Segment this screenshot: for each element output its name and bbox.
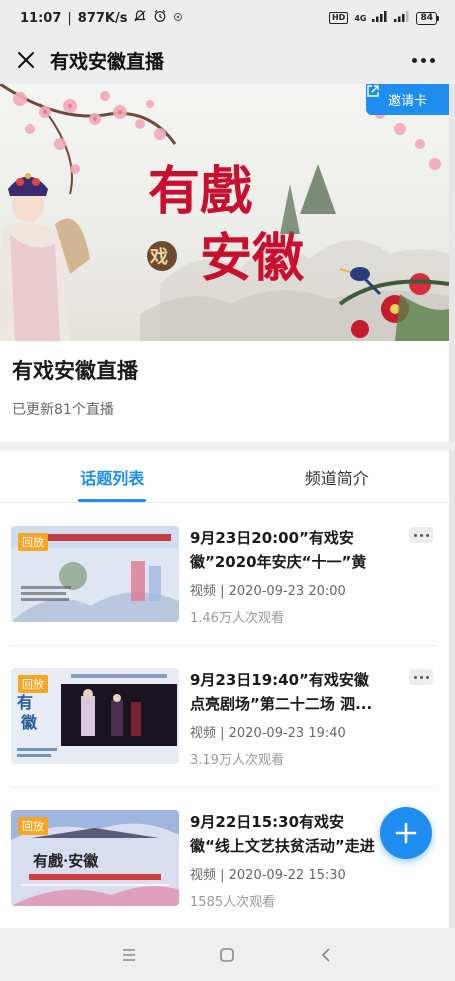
alarm-icon (153, 9, 167, 27)
channel-update-count: 已更新81个直播 (12, 402, 114, 418)
home-icon (220, 947, 235, 962)
more-icon (413, 675, 417, 679)
system-nav-bar (0, 928, 455, 981)
replay-badge: 回放 (18, 533, 48, 551)
logo-line2: 安徽 (200, 228, 305, 289)
right-edge-strip (449, 84, 455, 939)
more-icon-dot (419, 675, 423, 679)
network-speed: 877K/s (77, 10, 128, 26)
logo-seal-text: 戏 (149, 247, 168, 268)
invite-card-label: 邀请卡 (387, 94, 427, 109)
svg-text:有: 有 (17, 693, 33, 712)
menu-icon (123, 948, 136, 961)
item-views: 1.46万人次观看 (190, 611, 284, 626)
signal-icon-2 (394, 10, 410, 26)
app-bar: 有戏安徽直播 (0, 36, 455, 84)
status-time: 11:07 (20, 10, 62, 26)
close-button[interactable] (12, 46, 40, 74)
mute-bell-icon (133, 9, 147, 27)
invite-card-button[interactable]: 邀请卡 (366, 84, 449, 115)
channel-banner: 有戲 戏 安徽 邀请卡 (0, 84, 449, 341)
item-meta: 视频 | 2020-09-23 20:00 (190, 584, 346, 599)
item-title: 9月22日15:30有戏安徽“线上文艺扶贫活动”走进泗县 (190, 813, 375, 855)
nav-back-button[interactable] (306, 937, 346, 973)
more-icon-dot (429, 57, 435, 63)
item-meta: 视频 | 2020-09-22 15:30 (190, 868, 346, 883)
create-fab-button[interactable] (380, 807, 432, 859)
nav-home-button[interactable] (207, 937, 247, 973)
section-divider (0, 442, 455, 451)
battery-level: 84 (416, 11, 437, 25)
item-views: 1585人次观看 (190, 895, 276, 910)
status-left: 11:07 | 877K/s (20, 9, 183, 27)
replay-badge: 回放 (18, 817, 48, 835)
close-icon (18, 52, 34, 68)
signal-icon (372, 10, 388, 26)
list-item[interactable]: 有戲·安徽 回放 9月22日15:30有戏安徽“线上文艺扶贫活动”走进泗县 视频… (11, 788, 436, 928)
status-divider: | (67, 10, 72, 26)
network-type: 4G (354, 13, 367, 23)
thumbnail: 回放 (11, 526, 179, 622)
item-meta: 视频 | 2020-09-23 19:40 (190, 726, 346, 741)
list-item[interactable]: 回放 9月23日20:00”有戏安徽”2020年安庆“十一”黄梅戏... 视频 … (11, 504, 436, 646)
app-title: 有戏安徽直播 (50, 50, 165, 73)
plus-icon (395, 822, 417, 844)
app-notification-icon (173, 11, 183, 26)
more-icon-dot (425, 533, 429, 537)
channel-info: 有戏安徽直播 已更新81个直播 (0, 341, 449, 442)
status-bar: 11:07 | 877K/s HD 4G 84 (0, 0, 455, 36)
item-more-button[interactable] (409, 669, 433, 685)
logo-line1: 有戲 (148, 161, 252, 222)
hd-badge: HD (328, 12, 349, 24)
nav-menu-button[interactable] (109, 937, 149, 973)
battery-icon: 84 (416, 11, 439, 25)
more-icon-dot (419, 533, 423, 537)
item-title: 9月23日20:00”有戏安徽”2020年安庆“十一”黄梅戏... (190, 529, 367, 571)
svg-text:有戲·安徽: 有戲·安徽 (33, 852, 99, 870)
list-item[interactable]: 有 徽 回放 9月23日19:40”有戏安徽点亮剧场”第二十二场 泗... 视频… (11, 646, 436, 788)
more-icon-dot (420, 57, 426, 63)
replay-badge: 回放 (18, 675, 48, 693)
banner-artwork: 有戲 戏 安徽 (0, 84, 449, 341)
item-views: 3.19万人次观看 (190, 753, 284, 768)
tab-bar: 话题列表 频道简介 (0, 451, 449, 503)
back-icon (321, 947, 330, 962)
thumbnail: 有 徽 回放 (11, 668, 179, 764)
item-more-button[interactable] (409, 527, 433, 543)
more-button[interactable] (403, 46, 443, 74)
share-icon (367, 85, 379, 97)
svg-text:徽: 徽 (20, 713, 38, 732)
item-title: 9月23日19:40”有戏安徽点亮剧场”第二十二场 泗... (190, 671, 373, 713)
more-icon (413, 533, 417, 537)
channel-name: 有戏安徽直播 (12, 359, 138, 383)
more-icon-dot (425, 675, 429, 679)
battery-tip (437, 15, 439, 21)
more-icon (411, 57, 417, 63)
tab-channel-intro[interactable]: 频道简介 (225, 451, 450, 502)
status-right: HD 4G 84 (328, 10, 439, 26)
tab-topic-list[interactable]: 话题列表 (0, 451, 225, 502)
topic-list: 回放 9月23日20:00”有戏安徽”2020年安庆“十一”黄梅戏... 视频 … (0, 504, 449, 928)
thumbnail: 有戲·安徽 回放 (11, 810, 179, 906)
